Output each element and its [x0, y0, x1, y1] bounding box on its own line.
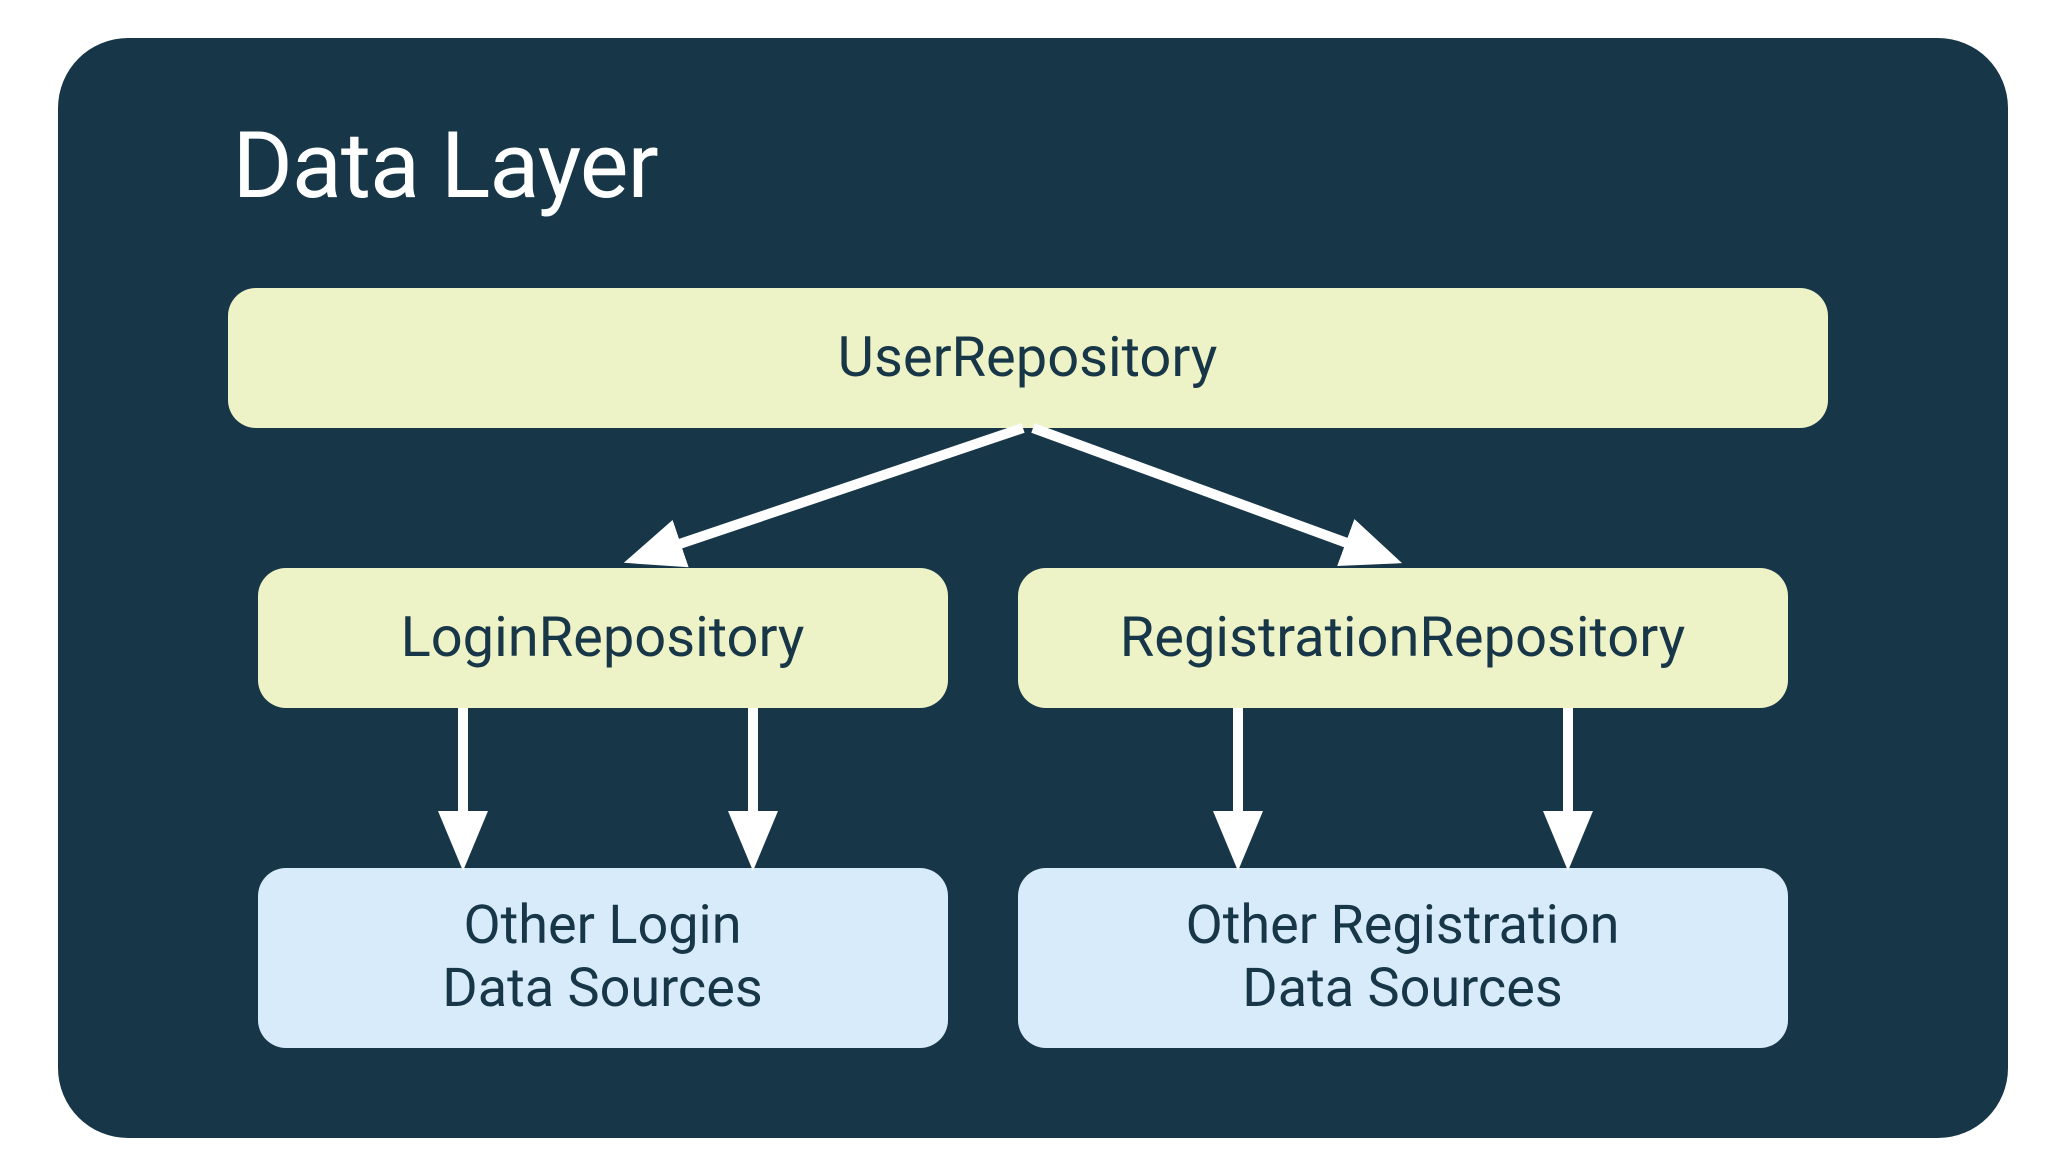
node-label-line1: Other Login: [463, 894, 741, 957]
node-user-repository: UserRepository: [228, 288, 1828, 428]
edge-arrow-icon: [1033, 428, 1388, 558]
data-layer-panel: Data Layer UserRepository LoginRepositor…: [58, 38, 2008, 1138]
edge-arrow-icon: [638, 428, 1023, 558]
node-label: RegistrationRepository: [1120, 605, 1685, 669]
node-registration-repository: RegistrationRepository: [1018, 568, 1788, 708]
node-login-data-sources: Other Login Data Sources: [258, 868, 948, 1048]
node-label: LoginRepository: [401, 605, 805, 669]
node-label: UserRepository: [838, 325, 1218, 389]
node-label-line2: Data Sources: [442, 957, 762, 1020]
panel-title: Data Layer: [233, 113, 1928, 220]
node-label-line1: Other Registration: [1186, 894, 1620, 957]
node-registration-data-sources: Other Registration Data Sources: [1018, 868, 1788, 1048]
node-login-repository: LoginRepository: [258, 568, 948, 708]
node-label-line2: Data Sources: [1242, 957, 1562, 1020]
